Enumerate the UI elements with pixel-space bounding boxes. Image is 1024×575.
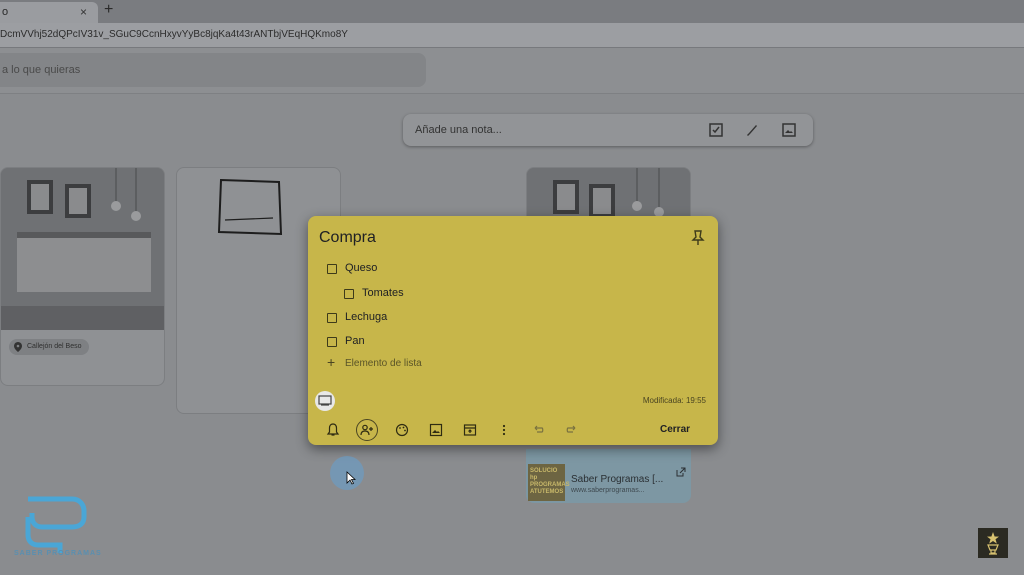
- new-tab-button[interactable]: +: [104, 1, 113, 19]
- brush-icon[interactable]: [744, 122, 760, 138]
- list-item-label[interactable]: Pan: [345, 335, 365, 347]
- more-vert-icon: [502, 424, 506, 436]
- checkbox[interactable]: [344, 289, 354, 299]
- location-label: Callejón del Beso: [27, 343, 82, 350]
- palette-icon: [395, 423, 409, 437]
- address-bar[interactable]: DcmVVhj52dQPcIV31v_SGuC9CcnHxyvYyBc8jqKa…: [0, 23, 1024, 48]
- close-button[interactable]: Cerrar: [660, 424, 690, 435]
- drawing-icon: [318, 395, 332, 406]
- location-chip[interactable]: Callejón del Beso: [9, 339, 90, 355]
- take-note-bar[interactable]: Añade una nota...: [403, 114, 813, 146]
- tab-close-icon[interactable]: ×: [80, 5, 87, 19]
- note-editor: Compra Queso Tomates Lechuga Pan + Eleme…: [308, 216, 718, 445]
- note-title[interactable]: Compra: [319, 229, 376, 247]
- search-input[interactable]: a lo que quieras: [0, 53, 426, 87]
- collaborator-button[interactable]: [356, 419, 378, 441]
- list-item[interactable]: Lechuga: [327, 310, 527, 328]
- list-item[interactable]: Pan: [327, 334, 527, 352]
- location-pin-icon: [14, 342, 22, 352]
- drawing-edit-badge[interactable]: [315, 391, 335, 411]
- undo-button[interactable]: [528, 420, 548, 440]
- link-thumb-text: SOLUCIO hp PROGRAMAS ATUTEMOS: [530, 468, 570, 495]
- archive-button[interactable]: [460, 420, 480, 440]
- url-text: DcmVVhj52dQPcIV31v_SGuC9CcnHxyvYyBc8jqKa…: [0, 29, 348, 40]
- redo-button[interactable]: [562, 420, 582, 440]
- link-preview-card[interactable]: SOLUCIO hp PROGRAMAS ATUTEMOS Saber Prog…: [526, 449, 691, 503]
- external-link-icon[interactable]: [676, 467, 686, 477]
- checkbox[interactable]: [327, 313, 337, 323]
- watermark-left-text: SABER PROGRAMAS: [14, 550, 102, 557]
- checkbox[interactable]: [327, 264, 337, 274]
- modified-timestamp: Modificada: 19:55: [642, 396, 706, 405]
- bell-icon: [326, 423, 340, 436]
- reminder-button[interactable]: [323, 420, 343, 440]
- image-icon[interactable]: [781, 122, 797, 138]
- add-list-item-label: Elemento de lista: [345, 358, 422, 369]
- redo-icon: [566, 425, 576, 433]
- saber-programas-logo: [25, 496, 87, 553]
- add-image-button[interactable]: [426, 420, 446, 440]
- more-options-button[interactable]: [494, 420, 514, 440]
- take-note-placeholder: Añade una nota...: [415, 124, 502, 136]
- card-image: [1, 168, 164, 330]
- app-header: a lo que quieras: [0, 48, 1024, 94]
- list-item-label[interactable]: Queso: [345, 262, 377, 274]
- pin-icon[interactable]: [691, 230, 705, 246]
- link-url: www.saberprogramas...: [571, 487, 645, 494]
- list-item-label[interactable]: Lechuga: [345, 311, 387, 323]
- link-title: Saber Programas [...: [571, 474, 664, 485]
- browser-tab[interactable]: o ×: [0, 2, 98, 23]
- checkbox[interactable]: [327, 337, 337, 347]
- plus-icon: +: [327, 354, 336, 370]
- image-icon: [429, 423, 443, 437]
- undo-icon: [534, 425, 544, 433]
- background-options-button[interactable]: [392, 420, 412, 440]
- note-card-image[interactable]: Callejón del Beso: [0, 167, 165, 386]
- add-person-icon: [360, 424, 373, 436]
- link-thumbnail: SOLUCIO hp PROGRAMAS ATUTEMOS: [528, 464, 570, 501]
- list-item[interactable]: Tomates: [344, 286, 544, 304]
- tab-title: o: [2, 6, 9, 18]
- trophy-star-icon: [987, 532, 999, 555]
- drawing-thumbnail: [217, 178, 283, 236]
- checkbox-list-icon[interactable]: [708, 122, 724, 138]
- archive-icon: [463, 424, 477, 436]
- list-item[interactable]: Queso: [327, 261, 527, 279]
- browser-tab-bar: o × +: [0, 0, 1024, 23]
- note-toolbar: Cerrar: [316, 419, 710, 441]
- watermark-right-logo: [978, 528, 1008, 558]
- list-item-label[interactable]: Tomates: [362, 287, 404, 299]
- mouse-cursor-icon: [346, 471, 356, 485]
- search-placeholder: a lo que quieras: [2, 64, 81, 76]
